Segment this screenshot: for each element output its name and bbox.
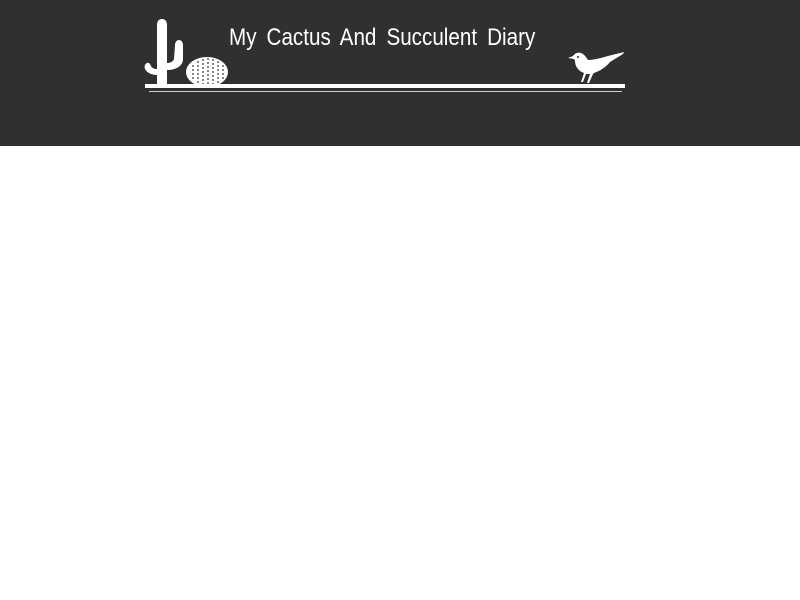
barrel-cactus-icon bbox=[186, 57, 228, 87]
site-title-link[interactable]: My Cactus And Succulent Diary bbox=[229, 20, 535, 56]
shelf-underline bbox=[149, 91, 622, 92]
shelf-line bbox=[145, 84, 625, 88]
cactus-icon bbox=[144, 19, 183, 85]
content-area bbox=[0, 146, 800, 600]
bird-icon bbox=[568, 52, 624, 83]
site-header: My Cactus And Succulent Diary bbox=[0, 0, 800, 146]
